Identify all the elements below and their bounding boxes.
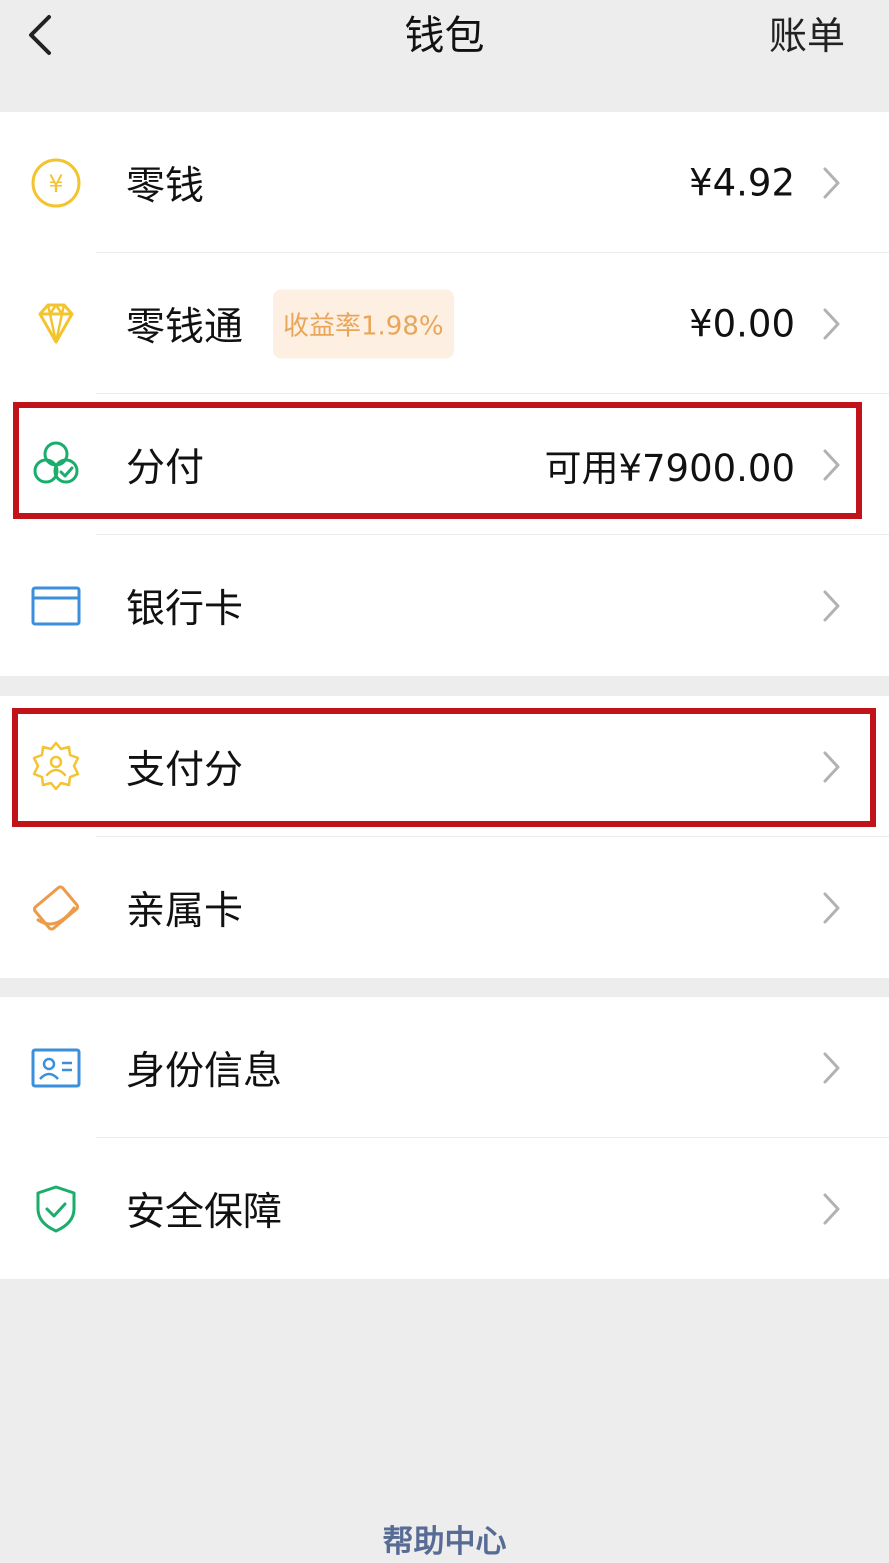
row-label: 零钱 — [126, 163, 205, 209]
bill-button[interactable]: 账单 — [769, 10, 845, 62]
row-label: 身份信息 — [126, 1048, 283, 1094]
fenfu-circles-icon — [28, 437, 84, 493]
row-value: ¥0.00 — [689, 302, 795, 345]
svg-text:¥: ¥ — [48, 170, 63, 198]
row-label: 零钱通 — [126, 304, 244, 350]
family-card-icon — [28, 880, 84, 936]
row-label: 分付 — [126, 445, 205, 491]
row-change-plus[interactable]: 零钱通 收益率1.98% ¥0.00 — [0, 253, 889, 394]
wallet-group-services: 支付分 亲属卡 — [0, 696, 889, 978]
help-center-link[interactable]: 帮助中心 — [0, 1516, 889, 1561]
wallet-group-funds: ¥ 零钱 ¥4.92 零钱通 收益率1.98% ¥0.00 分付 可用¥7900… — [0, 112, 889, 676]
bank-card-icon — [28, 578, 84, 634]
row-security[interactable]: 安全保障 — [0, 1138, 889, 1279]
chevron-right-icon — [821, 589, 843, 623]
row-identity[interactable]: 身份信息 — [0, 997, 889, 1138]
yield-rate-badge: 收益率1.98% — [273, 289, 454, 358]
page-title: 钱包 — [404, 13, 485, 59]
diamond-icon — [28, 296, 84, 352]
id-card-icon — [28, 1040, 84, 1096]
chevron-right-icon — [821, 1051, 843, 1085]
chevron-right-icon — [821, 750, 843, 784]
row-bank-card[interactable]: 银行卡 — [0, 535, 889, 676]
row-fenfu[interactable]: 分付 可用¥7900.00 — [0, 394, 889, 535]
row-value: ¥4.92 — [689, 161, 795, 204]
row-label: 亲属卡 — [126, 888, 244, 934]
chevron-right-icon — [821, 891, 843, 925]
row-label: 银行卡 — [126, 586, 244, 632]
shield-check-icon — [28, 1181, 84, 1237]
payment-score-badge-icon — [28, 739, 84, 795]
nav-bar: 钱包 账单 — [0, 0, 889, 110]
row-value: 可用¥7900.00 — [544, 446, 795, 490]
chevron-right-icon — [821, 448, 843, 482]
row-family-card[interactable]: 亲属卡 — [0, 837, 889, 978]
row-label: 支付分 — [126, 747, 244, 793]
row-label: 安全保障 — [126, 1189, 283, 1235]
wallet-group-security: 身份信息 安全保障 — [0, 997, 889, 1279]
row-change[interactable]: ¥ 零钱 ¥4.92 — [0, 112, 889, 253]
chevron-right-icon — [821, 307, 843, 341]
chevron-right-icon — [821, 166, 843, 200]
chevron-right-icon — [821, 1192, 843, 1226]
row-payment-score[interactable]: 支付分 — [0, 696, 889, 837]
yuan-coin-icon: ¥ — [28, 155, 84, 211]
